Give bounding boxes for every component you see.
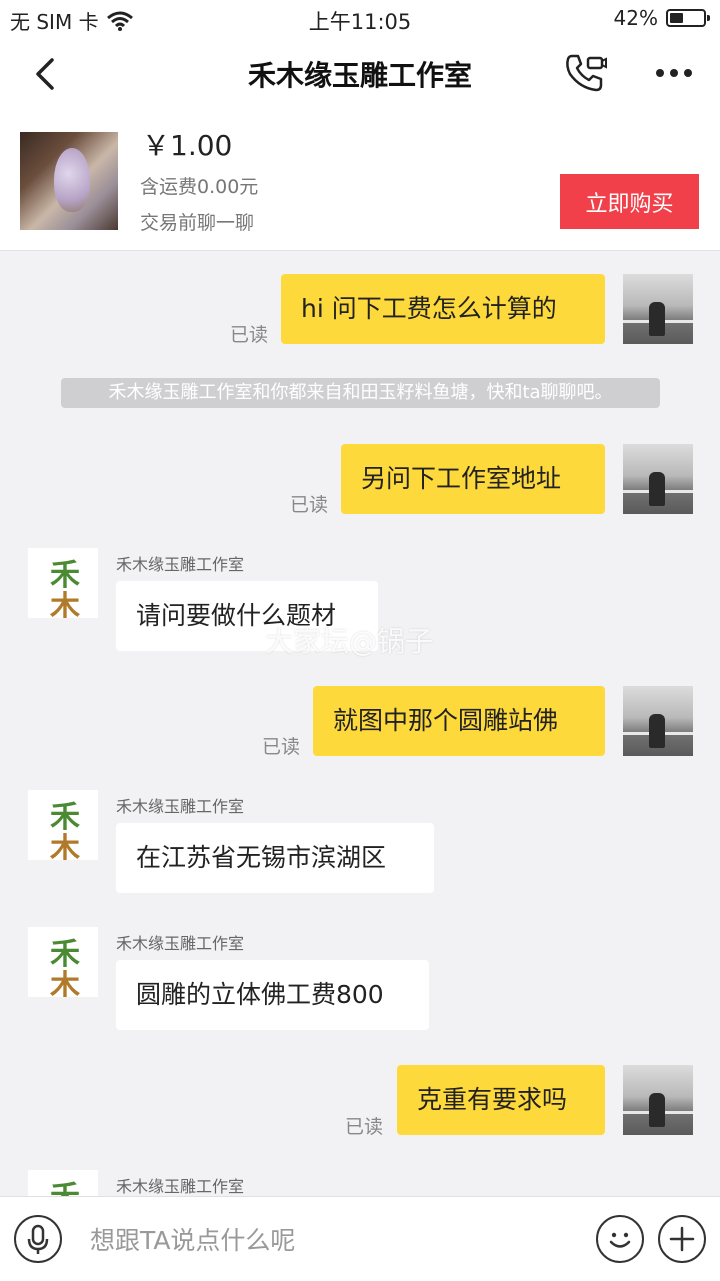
message-bubble-outgoing[interactable]: hi 问下工费怎么计算的 <box>281 274 605 344</box>
plus-icon <box>669 1226 695 1252</box>
emoji-button[interactable] <box>596 1215 644 1263</box>
pre-trade-note: 交易前聊一聊 <box>140 212 255 234</box>
message-bubble-outgoing[interactable]: 就图中那个圆雕站佛 <box>313 686 605 756</box>
buy-now-button[interactable]: 立即购买 <box>560 174 699 229</box>
message-input[interactable]: 想跟TA说点什么呢 <box>90 1221 295 1257</box>
sender-name: 禾木缘玉雕工作室 <box>116 934 245 953</box>
system-notice: 禾木缘玉雕工作室和你都来自和田玉籽料鱼塘，快和ta聊聊吧。 <box>61 378 660 408</box>
battery-percent: 42% <box>613 6 658 30</box>
user-avatar[interactable] <box>623 274 693 344</box>
read-receipt: 已读 <box>345 1116 384 1138</box>
battery-icon <box>666 9 710 27</box>
shop-logo-bottom: 木 <box>50 590 80 618</box>
user-avatar[interactable] <box>623 1065 693 1135</box>
read-receipt: 已读 <box>290 494 329 516</box>
read-receipt: 已读 <box>262 736 301 758</box>
user-avatar[interactable] <box>623 686 693 756</box>
product-card[interactable]: ￥1.00 含运费0.00元 交易前聊一聊 立即购买 <box>0 112 720 251</box>
sender-name: 禾木缘玉雕工作室 <box>116 797 245 816</box>
shop-logo-bottom: 木 <box>50 969 80 997</box>
more-icon[interactable] <box>652 58 696 88</box>
chat-title: 禾木缘玉雕工作室 <box>247 59 472 92</box>
shop-avatar[interactable]: 禾 <box>28 1170 98 1196</box>
shop-avatar[interactable]: 禾 木 <box>28 548 98 618</box>
message-bubble-incoming[interactable]: 在江苏省无锡市滨湖区 <box>116 823 434 893</box>
clock: 上午11:05 <box>308 10 412 34</box>
watermark: 大家坛@锅子 <box>265 625 434 658</box>
read-receipt: 已读 <box>230 324 269 346</box>
input-bar: 想跟TA说点什么呢 <box>0 1196 720 1281</box>
shop-avatar[interactable]: 禾 木 <box>28 790 98 860</box>
shipping-fee: 含运费0.00元 <box>140 176 259 198</box>
microphone-icon <box>27 1224 49 1254</box>
more-actions-button[interactable] <box>658 1215 706 1263</box>
message-bubble-outgoing[interactable]: 克重有要求吗 <box>397 1065 605 1135</box>
phone-call-icon[interactable] <box>562 50 608 96</box>
product-thumbnail[interactable] <box>20 132 118 230</box>
shop-logo-bottom: 木 <box>50 832 80 860</box>
status-bar: 无 SIM 卡 上午11:05 42% <box>0 0 720 36</box>
message-bubble-outgoing[interactable]: 另问下工作室地址 <box>341 444 605 514</box>
nav-bar: 禾木缘玉雕工作室 <box>0 36 720 112</box>
product-price: ￥1.00 <box>142 129 233 162</box>
sender-name: 禾木缘玉雕工作室 <box>116 555 245 574</box>
shop-logo-top: 禾 <box>50 1172 80 1196</box>
user-avatar[interactable] <box>623 444 693 514</box>
shop-avatar[interactable]: 禾 木 <box>28 927 98 997</box>
message-bubble-incoming[interactable]: 圆雕的立体佛工费800 <box>116 960 429 1030</box>
voice-input-button[interactable] <box>14 1215 62 1263</box>
sender-name: 禾木缘玉雕工作室 <box>116 1177 245 1196</box>
smiley-icon <box>609 1232 631 1248</box>
